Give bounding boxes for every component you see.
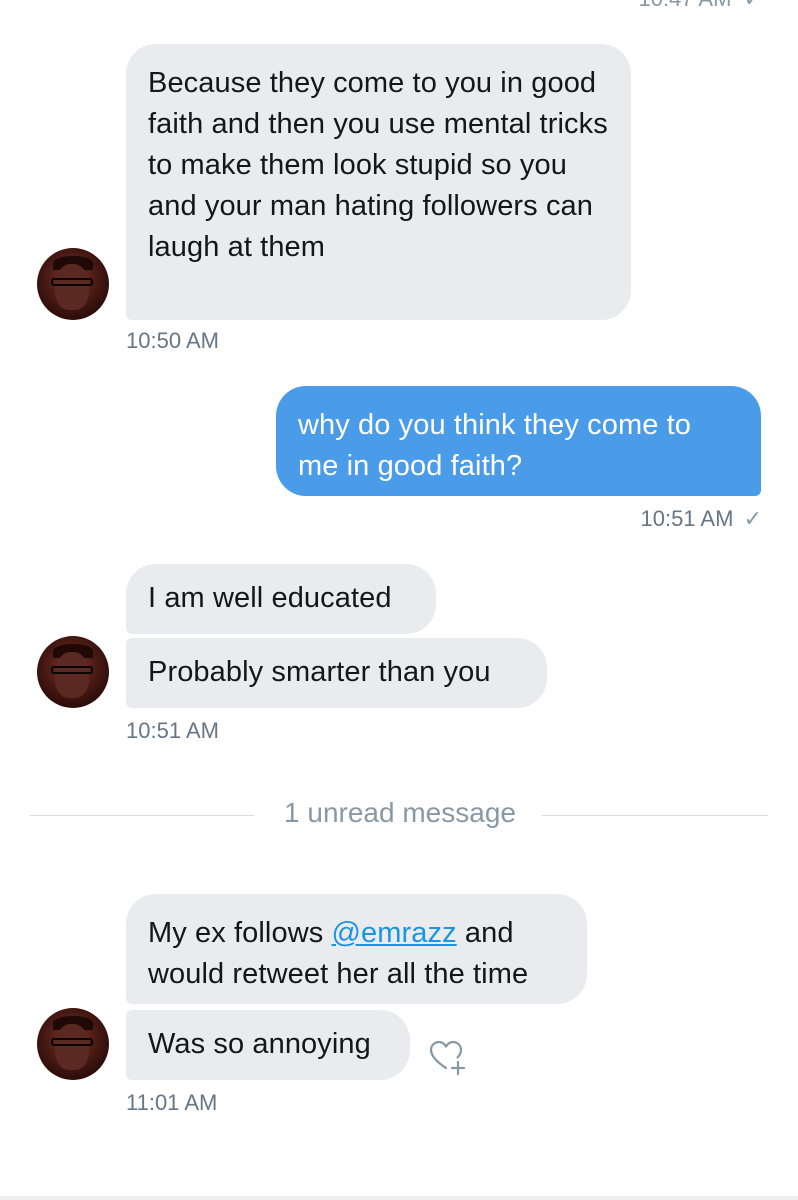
incoming-message[interactable]: Because they come to you in good faith a… <box>126 44 631 320</box>
message-text: Was so annoying <box>148 1028 371 1060</box>
top-timestamp-text: 10:47 AM <box>638 0 731 11</box>
mention-link[interactable]: @emrazz <box>332 917 457 949</box>
divider-line-right <box>542 815 768 816</box>
outgoing-message[interactable]: why do you think they come to me in good… <box>276 386 761 496</box>
incoming-message[interactable]: My ex follows @emrazz and would retweet … <box>126 894 587 1004</box>
message-timestamp: 10:51 AM ✓ <box>640 506 762 532</box>
message-text: Because they come to you in good faith a… <box>148 67 608 263</box>
avatar[interactable] <box>37 248 109 320</box>
incoming-message[interactable]: Was so annoying <box>126 1010 410 1080</box>
message-text: Probably smarter than you <box>148 656 491 688</box>
bottom-divider <box>0 1196 798 1200</box>
unread-divider: 1 unread message <box>30 796 768 830</box>
message-timestamp: 10:50 AM <box>126 328 219 353</box>
avatar[interactable] <box>37 636 109 708</box>
message-text: My ex follows <box>148 917 332 949</box>
incoming-message[interactable]: I am well educated <box>126 564 436 634</box>
message-text: why do you think they come to me in good… <box>298 409 691 482</box>
incoming-message[interactable]: Probably smarter than you <box>126 638 547 708</box>
top-timestamp: 10:47 AM ✓ <box>638 0 762 12</box>
divider-line-left <box>30 815 254 816</box>
message-timestamp: 11:01 AM <box>126 1090 218 1115</box>
checkmark-icon: ✓ <box>743 506 762 531</box>
timestamp-text: 10:51 AM <box>640 506 734 531</box>
message-timestamp: 10:51 AM <box>126 718 219 743</box>
heart-plus-icon[interactable] <box>427 1036 471 1080</box>
checkmark-icon: ✓ <box>744 0 762 11</box>
unread-label: 1 unread message <box>284 797 516 828</box>
avatar[interactable] <box>37 1008 109 1080</box>
message-text: I am well educated <box>148 582 392 614</box>
